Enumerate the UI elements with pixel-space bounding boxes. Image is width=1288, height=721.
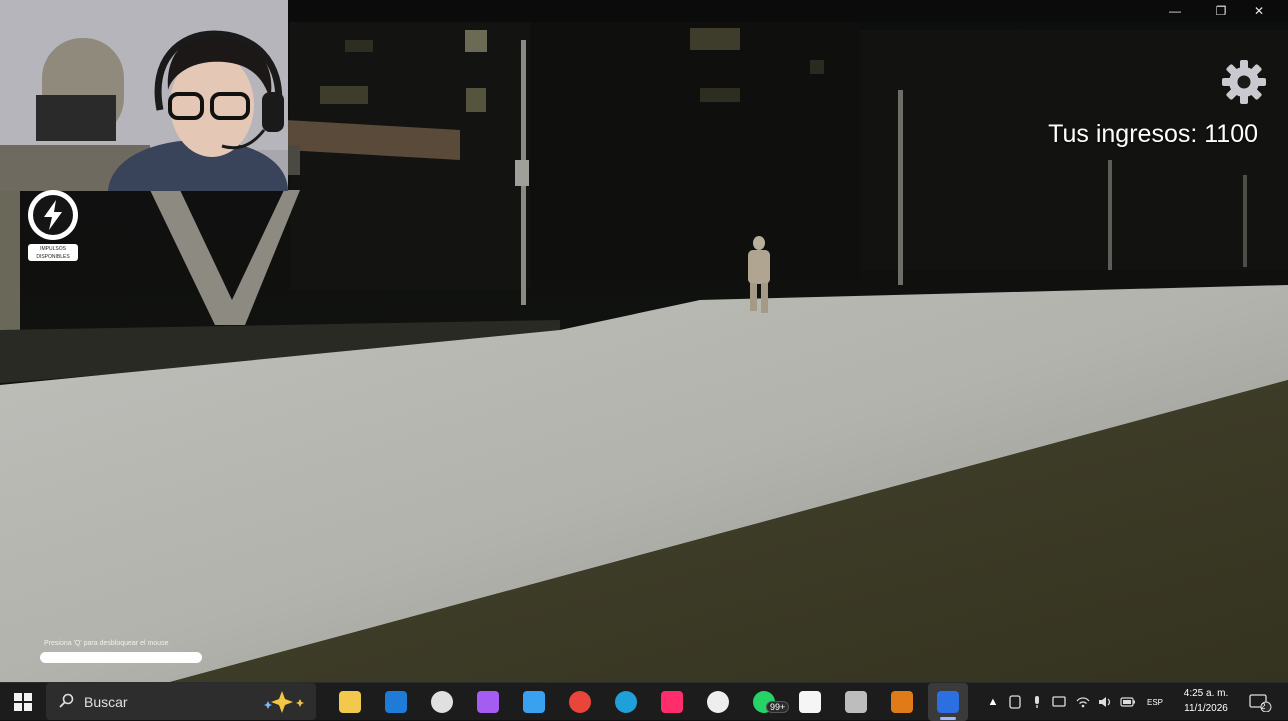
app-badge: 99+: [766, 701, 790, 713]
app-tile: [799, 691, 821, 713]
roblox-icon[interactable]: [928, 683, 968, 721]
window-title-bar: — ❐ ✕: [288, 0, 1288, 22]
wifi-icon[interactable]: [1074, 683, 1092, 721]
app-tile: [937, 691, 959, 713]
gear-icon[interactable]: [1220, 58, 1268, 106]
minimize-button[interactable]: —: [1158, 0, 1192, 22]
restore-button[interactable]: ❐: [1204, 0, 1238, 22]
app-tile: [569, 691, 591, 713]
windows-start-icon[interactable]: [8, 683, 38, 721]
tiktok-icon[interactable]: [652, 683, 692, 721]
app-tile: [891, 691, 913, 713]
hint-bar: [40, 652, 202, 663]
copilot-icon[interactable]: [468, 683, 508, 721]
edge-icon[interactable]: [606, 683, 646, 721]
whatsapp-icon[interactable]: 99+: [744, 683, 790, 721]
app-tile: [615, 691, 637, 713]
close-button[interactable]: ✕: [1242, 0, 1276, 22]
clipchamp-icon[interactable]: [422, 683, 462, 721]
boost-label: IMPULSOS DISPONIBLES: [28, 244, 78, 261]
app-tile: [707, 691, 729, 713]
notifications-icon[interactable]: 2: [1246, 683, 1274, 721]
sparkle-icon: [264, 691, 304, 713]
volume-icon[interactable]: [1096, 683, 1114, 721]
mail-icon[interactable]: [376, 683, 416, 721]
search-icon: [59, 693, 74, 708]
tray-app-icon[interactable]: [1006, 683, 1024, 721]
lightning-bolt-icon: [28, 190, 78, 240]
clock-date: 11/1/2026: [1184, 703, 1228, 714]
search-placeholder: Buscar: [84, 694, 128, 710]
battery-icon[interactable]: [1118, 683, 1138, 721]
webcam-feed: [0, 0, 288, 191]
app-tile: [661, 691, 683, 713]
webcam-overlay: [0, 0, 288, 191]
app-tile: [339, 691, 361, 713]
clock-time: 4:25 a. m.: [1183, 688, 1229, 699]
app-icon[interactable]: [698, 683, 738, 721]
app-tile: [477, 691, 499, 713]
notepad-icon[interactable]: [790, 683, 830, 721]
income-counter: Tus ingresos: 1100: [1048, 120, 1258, 148]
file-explorer-icon[interactable]: [330, 683, 370, 721]
app-tile: [523, 691, 545, 713]
search-input[interactable]: Buscar: [46, 683, 316, 720]
taskbar: Buscar 99+ ▲ ESP 4:25 a. m. 11/1/2026 2: [0, 682, 1288, 721]
device-icon[interactable]: [1050, 683, 1068, 721]
notification-count: 2: [1261, 702, 1266, 711]
app-tile: [385, 691, 407, 713]
game-icon[interactable]: [882, 683, 922, 721]
language-indicator[interactable]: ESP: [1142, 683, 1168, 721]
chevron-up-icon[interactable]: ▲: [984, 683, 1002, 721]
app-tile: [431, 691, 453, 713]
unlock-mouse-hint: Presiona 'Q' para desbloquear el mouse: [44, 640, 169, 647]
app-window-icon[interactable]: [836, 683, 876, 721]
app-tile: [845, 691, 867, 713]
microphone-icon[interactable]: [1028, 683, 1046, 721]
chrome-icon[interactable]: [560, 683, 600, 721]
microsoft-store-icon[interactable]: [514, 683, 554, 721]
clock[interactable]: 4:25 a. m. 11/1/2026: [1174, 686, 1238, 716]
